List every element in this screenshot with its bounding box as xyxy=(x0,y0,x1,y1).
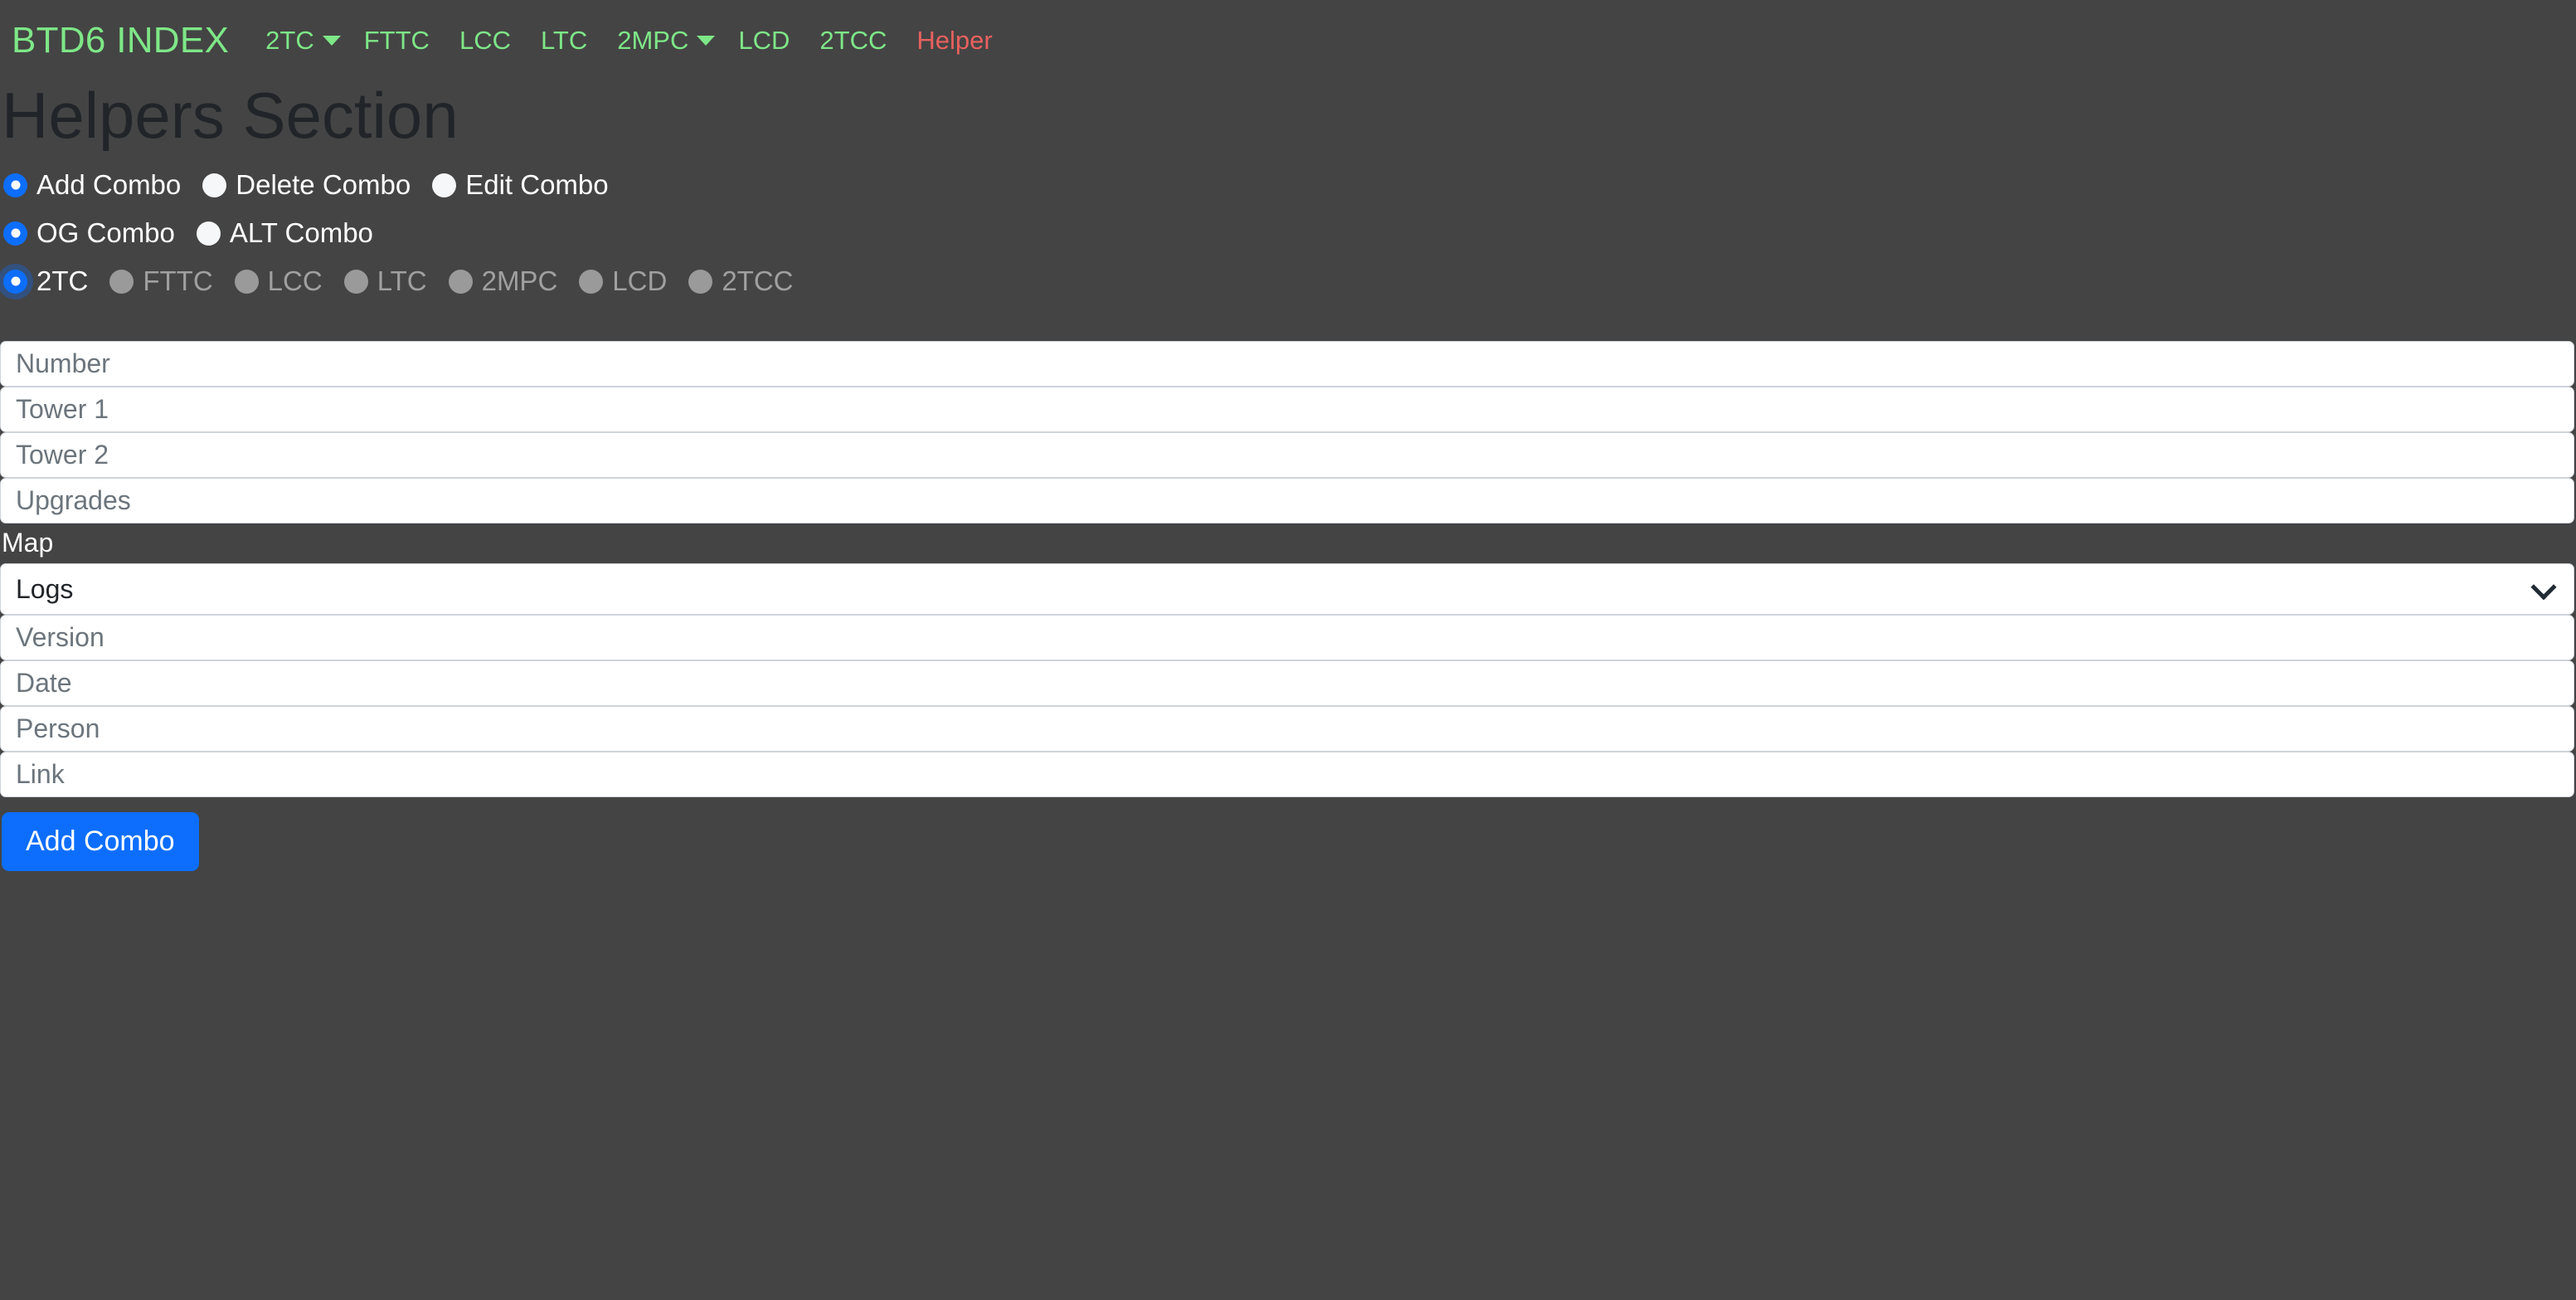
nav-link-lcd[interactable]: LCD xyxy=(723,26,804,56)
link-input[interactable] xyxy=(0,752,2574,797)
radio-label-fttc: FTTC xyxy=(143,265,213,296)
radio-dot-og-combo[interactable] xyxy=(3,221,27,246)
radio-dot-lcd xyxy=(579,269,604,294)
chevron-down-icon-2mpc[interactable] xyxy=(697,36,716,46)
radio-delete-combo[interactable]: Delete Combo xyxy=(202,169,411,201)
radio-label-lcc: LCC xyxy=(267,265,323,296)
tower1-input[interactable] xyxy=(0,387,2574,432)
radio-edit-combo[interactable]: Edit Combo xyxy=(432,169,609,201)
radio-label-2tcc: 2TCC xyxy=(722,265,794,296)
navbar-brand[interactable]: BTD6 INDEX xyxy=(12,20,229,61)
navbar-links: 2TC FTTC LCC LTC 2MPC LCD 2TCC Helper xyxy=(250,26,1008,56)
date-input[interactable] xyxy=(0,660,2574,706)
radio-dot-lcc xyxy=(234,269,259,294)
radio-dot-delete-combo[interactable] xyxy=(202,173,227,197)
radio-label-2tc: 2TC xyxy=(36,265,89,296)
map-select-wrapper: Logs xyxy=(0,563,2574,615)
nav-link-lcc[interactable]: LCC xyxy=(445,26,526,56)
radio-dot-ltc xyxy=(343,269,368,294)
action-radio-group: Add Combo Delete Combo Edit Combo xyxy=(0,169,2576,201)
radio-dot-2mpc xyxy=(448,269,473,294)
nav-link-ltc[interactable]: LTC xyxy=(526,26,602,56)
person-input[interactable] xyxy=(0,706,2574,752)
upgrades-input[interactable] xyxy=(0,478,2574,523)
radio-label-ltc: LTC xyxy=(377,265,427,296)
radio-alt-combo[interactable]: ALT Combo xyxy=(196,217,373,249)
chevron-down-icon-2tc[interactable] xyxy=(322,36,341,46)
radio-2tcc: 2TCC xyxy=(688,265,794,297)
radio-dot-2tc[interactable] xyxy=(3,269,27,294)
nav-link-helper[interactable]: Helper xyxy=(902,26,1007,56)
radio-dot-add-combo[interactable] xyxy=(3,173,27,197)
navbar: BTD6 INDEX 2TC FTTC LCC LTC 2MPC LCD 2TC… xyxy=(0,0,2576,81)
radio-label-delete-combo: Delete Combo xyxy=(236,169,411,200)
combo-type-radio-group: OG Combo ALT Combo xyxy=(0,217,2576,249)
category-radio-group: 2TC FTTC LCC LTC 2MPC LCD 2TCC xyxy=(0,265,2576,297)
radio-dot-alt-combo[interactable] xyxy=(196,221,221,246)
nav-link-2tcc[interactable]: 2TCC xyxy=(804,26,902,56)
radio-add-combo[interactable]: Add Combo xyxy=(3,169,181,201)
nav-link-2mpc[interactable]: 2MPC xyxy=(602,26,703,56)
radio-2mpc: 2MPC xyxy=(448,265,558,297)
tower2-input[interactable] xyxy=(0,432,2574,478)
combo-form: Map Logs Add Combo xyxy=(0,341,2576,871)
radio-ltc: LTC xyxy=(343,265,427,297)
radio-dot-2tcc xyxy=(688,269,713,294)
map-select-value: Logs xyxy=(16,573,74,604)
nav-link-fttc[interactable]: FTTC xyxy=(349,26,445,56)
page-title: Helpers Section xyxy=(2,79,459,152)
radio-label-add-combo: Add Combo xyxy=(36,169,182,200)
radio-label-2mpc: 2MPC xyxy=(481,265,558,296)
version-input[interactable] xyxy=(0,615,2574,660)
radio-2tc[interactable]: 2TC xyxy=(3,265,88,297)
map-label: Map xyxy=(2,528,54,557)
radio-label-lcd: LCD xyxy=(612,265,668,296)
radio-dot-edit-combo[interactable] xyxy=(432,173,457,197)
nav-link-2tc[interactable]: 2TC xyxy=(250,26,329,56)
number-input[interactable] xyxy=(0,341,2574,387)
map-select[interactable]: Logs xyxy=(0,563,2574,615)
radio-lcd: LCD xyxy=(579,265,667,297)
radio-dot-fttc xyxy=(109,269,134,294)
radio-label-edit-combo: Edit Combo xyxy=(465,169,609,200)
radio-og-combo[interactable]: OG Combo xyxy=(3,217,175,249)
radio-fttc: FTTC xyxy=(109,265,213,297)
add-combo-button[interactable]: Add Combo xyxy=(2,812,199,871)
radio-label-alt-combo: ALT Combo xyxy=(229,217,373,248)
radio-lcc: LCC xyxy=(234,265,323,297)
radio-label-og-combo: OG Combo xyxy=(36,217,175,248)
